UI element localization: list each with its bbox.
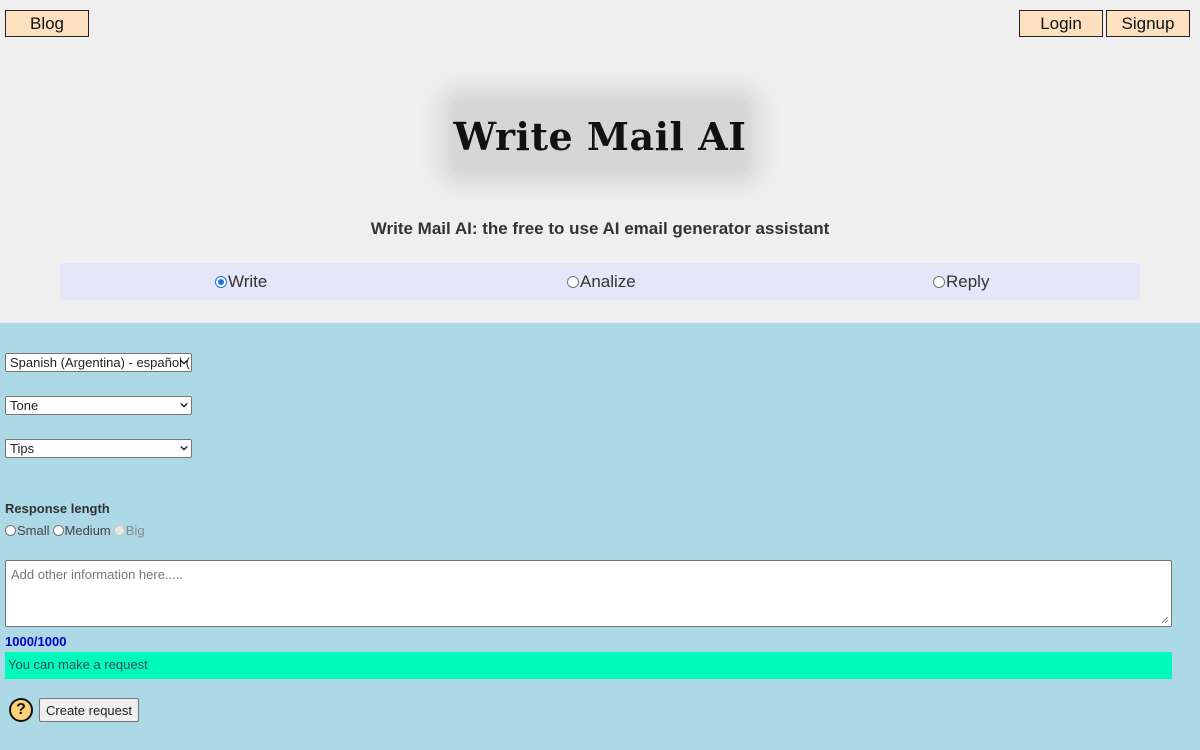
mode-selector: Write Analize Reply [60, 263, 1140, 300]
response-length-small-radio[interactable] [5, 524, 16, 536]
mode-write-option[interactable]: Write [215, 263, 267, 300]
tone-select[interactable]: Tone [5, 396, 192, 415]
response-length-options: Small Medium Big [5, 522, 148, 538]
tone-select-value: Tone [10, 398, 39, 413]
mode-analize-label: Analize [580, 271, 636, 291]
mode-analize-radio[interactable] [567, 275, 579, 288]
textarea-placeholder: Add other information here..... [11, 567, 183, 582]
additional-info-textarea[interactable]: Add other information here..... [5, 560, 1172, 627]
mode-reply-label: Reply [946, 271, 990, 291]
signup-button[interactable]: Signup [1106, 10, 1190, 37]
help-symbol: ? [16, 701, 26, 718]
chevron-down-icon [180, 402, 188, 408]
chevron-down-icon [180, 359, 188, 365]
login-button[interactable]: Login [1019, 10, 1103, 37]
response-length-small-label: Small [17, 522, 50, 538]
create-request-button[interactable]: Create request [39, 698, 139, 722]
response-length-big-label: Big [125, 522, 145, 538]
language-select[interactable]: Spanish (Argentina) - español ( [5, 353, 192, 372]
response-length-big-radio [113, 524, 125, 536]
tips-select-value: Tips [10, 441, 35, 456]
mode-write-label: Write [228, 271, 268, 291]
response-length-medium-label: Medium [64, 522, 111, 538]
response-length-label: Response length [5, 501, 110, 516]
blog-button[interactable]: Blog [5, 10, 89, 37]
language-select-value: Spanish (Argentina) - español ( [10, 355, 190, 370]
chevron-down-icon [180, 445, 188, 451]
resize-grip-icon[interactable] [1161, 616, 1169, 624]
help-icon[interactable]: ? [9, 698, 33, 722]
mode-write-radio[interactable] [215, 275, 227, 288]
mode-reply-option[interactable]: Reply [933, 263, 989, 300]
tips-select[interactable]: Tips [5, 439, 192, 458]
logo: Write Mail AI [440, 88, 760, 184]
response-length-medium[interactable]: Medium [52, 522, 111, 538]
character-counter: 1000/1000 [5, 634, 67, 649]
status-message: You can make a request [5, 652, 1172, 679]
response-length-small[interactable]: Small [5, 523, 50, 538]
response-length-medium-radio[interactable] [52, 524, 64, 536]
mode-reply-radio[interactable] [933, 275, 945, 288]
request-form: Spanish (Argentina) - español ( Tone Tip… [0, 323, 1200, 750]
response-length-big: Big [113, 522, 145, 538]
page-subtitle: Write Mail AI: the free to use AI email … [370, 219, 830, 238]
mode-analize-option[interactable]: Analize [567, 263, 636, 300]
logo-text: Write Mail AI [453, 113, 747, 159]
